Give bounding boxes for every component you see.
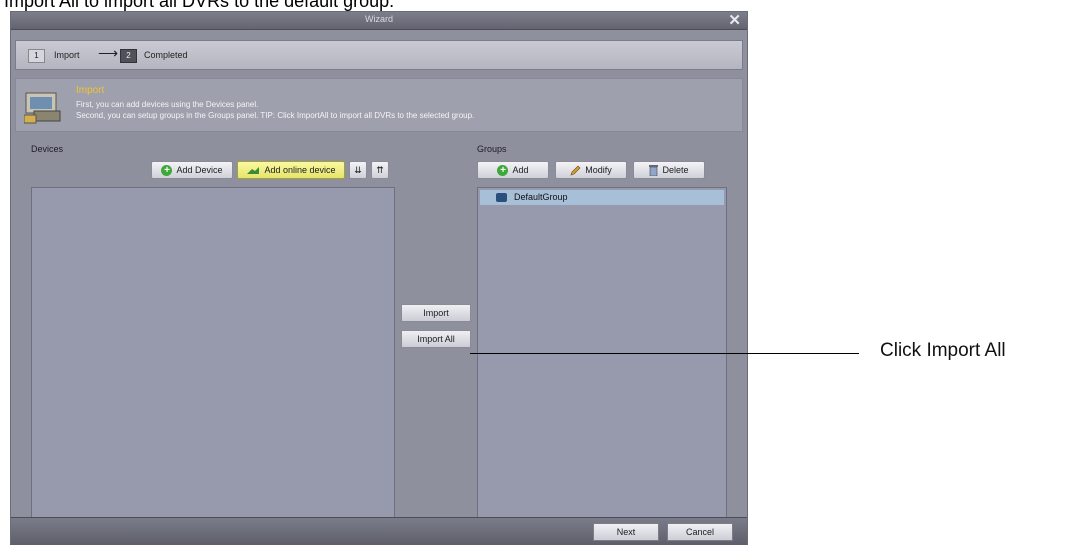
callout-label: Click Import All xyxy=(880,340,1006,361)
step-2-number: 2 xyxy=(120,49,137,63)
step-2-label: Completed xyxy=(144,50,188,60)
import-button[interactable]: Import xyxy=(401,304,471,322)
devices-list[interactable] xyxy=(31,187,395,523)
expand-all-button[interactable]: ⇊ xyxy=(349,161,367,179)
trash-icon xyxy=(649,165,659,177)
add-online-device-label: Add online device xyxy=(264,165,336,175)
step-arrow-icon: ⟶ xyxy=(98,45,119,61)
window-title: Wizard xyxy=(364,14,393,24)
collapse-all-button[interactable]: ⇈ xyxy=(371,161,389,179)
wizard-steps: 1 Import ⟶ 2 Completed xyxy=(15,40,743,70)
delete-group-button[interactable]: Delete xyxy=(633,161,705,179)
add-group-label: Add xyxy=(512,165,529,175)
title-bar: Wizard ✕ xyxy=(11,12,747,30)
tree-item-label: DefaultGroup xyxy=(514,192,568,202)
step-1-label: Import xyxy=(54,50,80,60)
footer-bar: Next Cancel xyxy=(11,517,747,545)
close-icon[interactable]: ✕ xyxy=(728,11,741,29)
add-icon: + xyxy=(161,165,173,177)
pencil-icon xyxy=(570,165,581,176)
callout-line xyxy=(470,353,859,354)
online-device-icon xyxy=(247,167,260,175)
import-all-button[interactable]: Import All xyxy=(401,330,471,348)
wizard-window: Wizard ✕ 1 Import ⟶ 2 Completed Import F… xyxy=(10,11,748,545)
group-icon xyxy=(496,193,507,202)
add-icon: + xyxy=(497,165,509,177)
add-device-button[interactable]: + Add Device xyxy=(151,161,233,179)
devices-label: Devices xyxy=(31,144,64,154)
expand-icon: ⇊ xyxy=(354,165,362,175)
groups-tree[interactable]: DefaultGroup xyxy=(477,187,727,523)
info-title: Import xyxy=(76,85,105,96)
modify-group-label: Modify xyxy=(585,165,612,175)
cancel-button[interactable]: Cancel xyxy=(667,523,733,541)
delete-group-label: Delete xyxy=(662,165,689,175)
info-banner: Import First, you can add devices using … xyxy=(15,78,743,132)
groups-label: Groups xyxy=(477,144,507,154)
modify-group-button[interactable]: Modify xyxy=(555,161,627,179)
add-online-device-button[interactable]: Add online device xyxy=(237,161,345,179)
collapse-icon: ⇈ xyxy=(376,165,384,175)
next-button[interactable]: Next xyxy=(593,523,659,541)
add-group-button[interactable]: + Add xyxy=(477,161,549,179)
step-1-number: 1 xyxy=(28,49,45,63)
import-wizard-icon xyxy=(24,92,61,124)
add-device-label: Add Device xyxy=(176,165,223,175)
info-line-2: Second, you can setup groups in the Grou… xyxy=(76,111,475,120)
tree-item-defaultgroup[interactable]: DefaultGroup xyxy=(480,190,724,205)
info-line-1: First, you can add devices using the Dev… xyxy=(76,100,259,109)
